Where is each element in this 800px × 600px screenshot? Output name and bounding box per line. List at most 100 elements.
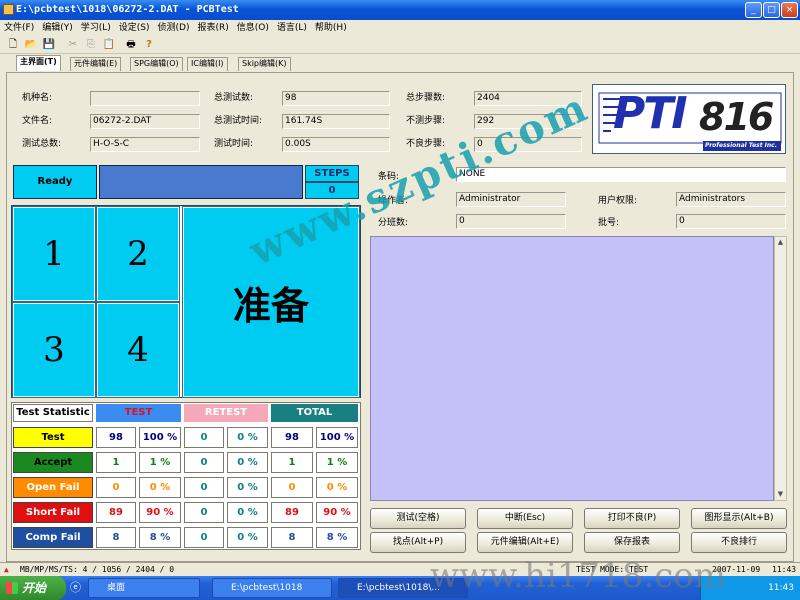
component-edit-button[interactable]: 元件编辑(Alt+E) bbox=[477, 532, 573, 553]
total-steps-label: 总步骤数: bbox=[406, 93, 446, 103]
menu-info[interactable]: 信息(O) bbox=[233, 20, 273, 36]
tab-main[interactable]: 主界面(T) bbox=[16, 55, 61, 71]
close-button[interactable]: × bbox=[781, 2, 798, 18]
new-file-icon[interactable]: 🗋 bbox=[6, 38, 20, 51]
stat-cell-short-fail-o: 89 bbox=[271, 502, 313, 523]
stat-cell-comp-fail-tp: 8 % bbox=[139, 527, 181, 548]
stat-cell-comp-fail-r: 0 bbox=[184, 527, 224, 548]
stat-cell-accept-rp: 0 % bbox=[227, 452, 268, 473]
watermark-bottom: www.hi1718.com bbox=[430, 556, 726, 596]
col-retest: RETEST bbox=[184, 404, 268, 422]
test-time-field: 0.00S bbox=[282, 137, 390, 152]
row-label-accept: Accept bbox=[13, 452, 93, 473]
stat-cell-accept-tp: 1 % bbox=[139, 452, 181, 473]
stat-cell-open-fail-op: 0 % bbox=[316, 477, 358, 498]
open-folder-icon[interactable]: 📂 bbox=[24, 38, 38, 51]
model-field bbox=[90, 91, 200, 106]
stat-cell-comp-fail-rp: 0 % bbox=[227, 527, 268, 548]
menu-report[interactable]: 报表(R) bbox=[193, 20, 232, 36]
total-tests-label: 总测试数: bbox=[214, 93, 254, 103]
col-total: TOTAL bbox=[271, 404, 358, 422]
help-icon[interactable]: ? bbox=[142, 38, 156, 51]
graphic-display-button[interactable]: 图形显示(Alt+B) bbox=[691, 508, 787, 529]
log-area[interactable] bbox=[370, 236, 774, 501]
scroll-up-icon[interactable]: ▲ bbox=[775, 237, 786, 248]
print-icon[interactable]: 🖶 bbox=[124, 38, 138, 51]
menu-language[interactable]: 语言(L) bbox=[273, 20, 311, 36]
stat-cell-short-fail-op: 90 % bbox=[316, 502, 358, 523]
test-time-label: 测试时间: bbox=[214, 139, 254, 149]
tab-skip-edit[interactable]: Skip编辑(K) bbox=[238, 57, 291, 71]
model-label: 机种名: bbox=[22, 93, 53, 103]
logo-brand: PTI bbox=[613, 88, 688, 139]
total-test-label: 测试总数: bbox=[22, 139, 62, 149]
maximize-button[interactable]: □ bbox=[763, 2, 780, 18]
row-label-open-fail: Open Fail bbox=[13, 477, 93, 498]
menu-edit[interactable]: 编辑(Y) bbox=[38, 20, 77, 36]
barcode-field[interactable]: NONE bbox=[456, 167, 786, 182]
task-desktop[interactable]: 桌面 bbox=[88, 578, 200, 598]
log-scrollbar[interactable] bbox=[774, 236, 787, 501]
slot-1: 1 bbox=[12, 206, 96, 302]
print-defects-button[interactable]: 打印不良(P) bbox=[584, 508, 680, 529]
save-icon[interactable]: 💾 bbox=[42, 38, 56, 51]
col-test: TEST bbox=[96, 404, 181, 422]
task-pcbtest-label: E:\pcbtest\1018\... bbox=[357, 583, 440, 593]
stat-cell-open-fail-o: 0 bbox=[271, 477, 313, 498]
scroll-down-icon[interactable]: ▼ bbox=[775, 489, 786, 500]
start-button[interactable]: 开始 bbox=[0, 576, 66, 600]
permission-field: Administrators bbox=[676, 192, 786, 207]
tab-component-edit[interactable]: 元件编辑(E) bbox=[70, 57, 122, 71]
row-label-short-fail: Short Fail bbox=[13, 502, 93, 523]
logo-model: 816 bbox=[699, 95, 774, 139]
tray-clock[interactable]: 11:43 bbox=[768, 583, 794, 593]
stat-cell-open-fail-t: 0 bbox=[96, 477, 136, 498]
test-button[interactable]: 测试(空格) bbox=[370, 508, 466, 529]
tab-spg-edit[interactable]: SPG编辑(O) bbox=[130, 57, 183, 71]
status-icon: ▲ bbox=[4, 565, 9, 574]
stat-cell-short-fail-tp: 90 % bbox=[139, 502, 181, 523]
find-point-button[interactable]: 找点(Alt+P) bbox=[370, 532, 466, 553]
stat-cell-test-r: 0 bbox=[184, 427, 224, 448]
paste-icon[interactable]: 📋 bbox=[102, 38, 116, 51]
task-folder[interactable]: E:\pcbtest\1018 bbox=[212, 578, 332, 598]
stat-cell-open-fail-rp: 0 % bbox=[227, 477, 268, 498]
app-icon bbox=[3, 4, 14, 15]
stat-cell-open-fail-r: 0 bbox=[184, 477, 224, 498]
minimize-button[interactable]: _ bbox=[745, 2, 762, 18]
operator-field: Administrator bbox=[456, 192, 566, 207]
tab-bar: 主界面(T) 元件编辑(E) SPG编辑(O) IC编辑(I) Skip编辑(K… bbox=[0, 55, 800, 71]
status-counts: MB/MP/MS/TS: 4 / 1056 / 2404 / 0 bbox=[20, 565, 175, 574]
shift-field: 0 bbox=[456, 214, 566, 229]
defect-ranking-button[interactable]: 不良排行 bbox=[691, 532, 787, 553]
menu-file[interactable]: 文件(F) bbox=[0, 20, 38, 36]
stat-cell-comp-fail-t: 8 bbox=[96, 527, 136, 548]
batch-field: 0 bbox=[676, 214, 786, 229]
menu-settings[interactable]: 设定(S) bbox=[115, 20, 154, 36]
toolbar bbox=[0, 36, 800, 54]
stat-cell-short-fail-r: 0 bbox=[184, 502, 224, 523]
stat-cell-comp-fail-op: 8 % bbox=[316, 527, 358, 548]
menu-help[interactable]: 帮助(H) bbox=[311, 20, 351, 36]
file-label: 文件名: bbox=[22, 116, 53, 126]
save-report-button[interactable]: 保存报表 bbox=[584, 532, 680, 553]
permission-label: 用户权限: bbox=[598, 196, 638, 206]
steps-label: STEPS bbox=[305, 165, 359, 182]
menu-learn[interactable]: 学习(L) bbox=[77, 20, 115, 36]
stat-cell-accept-op: 1 % bbox=[316, 452, 358, 473]
stat-cell-test-tp: 100 % bbox=[139, 427, 181, 448]
logo-tagline: Professional Test Inc. bbox=[705, 142, 778, 149]
window-title: E:\pcbtest\1018\06272-2.DAT - PCBTest bbox=[16, 4, 239, 15]
progress-bar bbox=[99, 165, 303, 199]
total-test-field: H-O-S-C bbox=[90, 137, 200, 152]
copy-icon[interactable]: ⎘ bbox=[84, 38, 98, 51]
cut-icon[interactable]: ✂ bbox=[66, 38, 80, 51]
tab-ic-edit[interactable]: IC编辑(I) bbox=[187, 57, 228, 71]
abort-button[interactable]: 中断(Esc) bbox=[477, 508, 573, 529]
stat-cell-test-rp: 0 % bbox=[227, 427, 268, 448]
ie-icon[interactable]: ⓔ bbox=[70, 581, 84, 595]
file-field: 06272-2.DAT bbox=[90, 114, 200, 129]
total-time-field: 161.74S bbox=[282, 114, 390, 129]
menu-detect[interactable]: 侦测(D) bbox=[154, 20, 194, 36]
stat-cell-open-fail-tp: 0 % bbox=[139, 477, 181, 498]
